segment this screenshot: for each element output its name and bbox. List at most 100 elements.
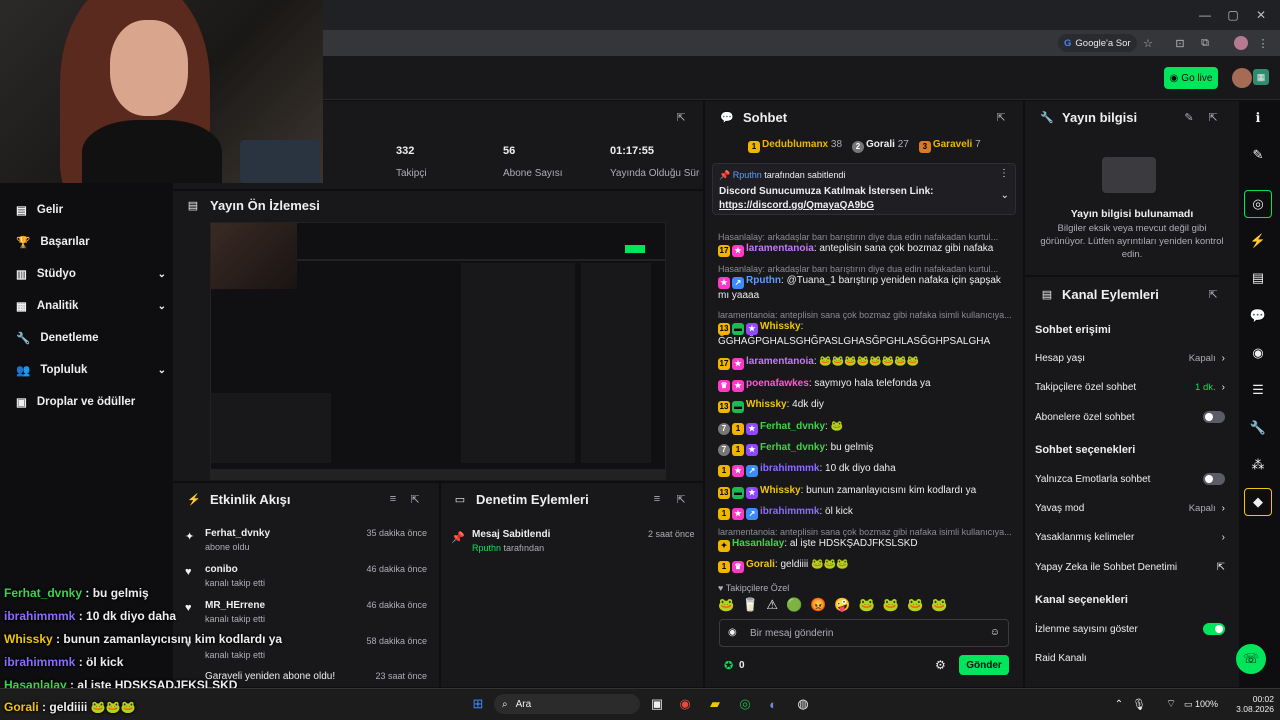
chat-username[interactable]: Ferhat_dvnky bbox=[760, 421, 825, 432]
filter-icon[interactable]: ≡ bbox=[386, 492, 400, 506]
account-age-row[interactable]: Hesap yaşı Kapalı › bbox=[1035, 349, 1225, 367]
chat-username[interactable]: laramentanoia bbox=[746, 356, 814, 367]
gear-icon[interactable]: ⚙ bbox=[935, 658, 946, 672]
puzzle-icon[interactable]: ⧉ bbox=[1197, 34, 1213, 52]
nav-moderation[interactable]: 🔧 Denetleme bbox=[16, 328, 166, 348]
popout-icon[interactable]: ⇱ bbox=[1206, 110, 1220, 124]
bolt-icon[interactable]: ⚡ bbox=[1244, 227, 1272, 255]
support-icon[interactable]: ☏ bbox=[1236, 644, 1266, 674]
emote-icon[interactable]: ⚠ bbox=[766, 597, 778, 615]
battery-status[interactable]: ▭ 100% bbox=[1184, 699, 1218, 710]
broadcast-icon[interactable]: ◉ bbox=[1244, 339, 1272, 367]
emote-icon[interactable]: 🐸 bbox=[931, 597, 947, 615]
apps-icon[interactable]: ▦ bbox=[1253, 69, 1269, 85]
nav-income[interactable]: ▤ Gelir bbox=[16, 200, 166, 220]
extension-icon[interactable]: ⊡ bbox=[1172, 34, 1188, 52]
camera-icon[interactable]: ◎ bbox=[1244, 190, 1272, 218]
windows-start-icon[interactable]: ⊞ bbox=[469, 695, 487, 713]
community-icon[interactable]: ⁂ bbox=[1244, 451, 1272, 479]
chat-input[interactable]: ◉ Bir mesaj gönderin ☺ bbox=[719, 619, 1009, 647]
filter-icon[interactable]: ≡ bbox=[650, 492, 664, 506]
emote-icon[interactable]: 😡 bbox=[810, 597, 826, 615]
chat-username[interactable]: ibrahimmmk bbox=[760, 463, 819, 474]
taskbar-clock[interactable]: 00:02 3.08.2026 bbox=[1232, 694, 1274, 714]
emote-icon[interactable]: 🐸 bbox=[859, 597, 875, 615]
spotify-icon[interactable]: ◎ bbox=[736, 695, 754, 713]
emote-icon[interactable]: 🐸 bbox=[883, 597, 899, 615]
chat-username[interactable]: Ferhat_dvnky bbox=[760, 442, 825, 453]
wifi-icon[interactable]: ⌔ bbox=[1162, 695, 1180, 713]
webcam-overlay bbox=[0, 0, 323, 183]
chat-username[interactable]: Whissky bbox=[760, 321, 801, 332]
list-icon[interactable]: ☰ bbox=[1244, 376, 1272, 404]
popout-icon[interactable]: ⇱ bbox=[674, 110, 688, 124]
chat-username[interactable]: Gorali bbox=[746, 559, 775, 570]
nav-drops[interactable]: ▣ Droplar ve ödüller bbox=[16, 392, 166, 412]
taskbar-search[interactable]: ⌕ Ara bbox=[494, 694, 640, 714]
emote-icon[interactable]: 🐸 bbox=[718, 597, 734, 615]
maximize-button[interactable]: ▢ bbox=[1222, 6, 1244, 24]
task-view-icon[interactable]: ▣ bbox=[648, 695, 666, 713]
chat-username[interactable]: Hasanlalay bbox=[732, 538, 784, 549]
edit-icon[interactable]: ✎ bbox=[1182, 110, 1196, 124]
chevron-up-icon[interactable]: ⌃ bbox=[1110, 695, 1128, 713]
emoji-icon[interactable]: ☺ bbox=[990, 627, 1000, 638]
emote-icon[interactable]: 🐸 bbox=[907, 597, 923, 615]
nav-achievements[interactable]: 🏆 Başarılar bbox=[16, 232, 166, 252]
chat-username[interactable]: Rputhn bbox=[746, 275, 781, 286]
go-live-button[interactable]: ◉ Go live bbox=[1164, 67, 1218, 89]
discord-icon[interactable]: ◐ bbox=[764, 695, 782, 713]
emote-only-toggle[interactable] bbox=[1203, 473, 1225, 485]
emote-bar[interactable]: 🐸 🥛 ⚠ 🟢 😡 🤪 🐸 🐸 🐸 🐸 bbox=[718, 597, 1014, 615]
popout-icon[interactable]: ⇱ bbox=[1206, 287, 1220, 301]
pinned-message[interactable]: 📌 Rputhn tarafından sabitlendi Discord S… bbox=[712, 163, 1016, 215]
followers-chat-row[interactable]: Takipçilere özel sohbet 1 dk. › bbox=[1035, 378, 1225, 396]
chat-username[interactable]: poenafawkes bbox=[746, 378, 809, 389]
nav-analytics[interactable]: ▦ Analitik ⌄ bbox=[16, 296, 166, 316]
popout-icon[interactable]: ⇱ bbox=[408, 492, 422, 506]
document-icon[interactable]: ▤ bbox=[1244, 264, 1272, 292]
raid-row[interactable]: Raid Kanalı bbox=[1035, 649, 1225, 667]
nav-studio[interactable]: ▥ Stüdyo ⌄ bbox=[16, 264, 166, 284]
wrench-icon[interactable]: 🔧 bbox=[1244, 414, 1272, 442]
points-icon[interactable]: ✪ bbox=[724, 659, 733, 672]
star-icon[interactable]: ☆ bbox=[1140, 34, 1156, 52]
folder-icon[interactable]: ▰ bbox=[706, 695, 724, 713]
pencil-icon[interactable]: ✎ bbox=[1244, 141, 1272, 169]
emote-icon[interactable]: 🟢 bbox=[786, 597, 802, 615]
info-icon[interactable]: ℹ bbox=[1244, 104, 1272, 132]
chat-username[interactable]: Whissky bbox=[746, 399, 787, 410]
send-button[interactable]: Gönder bbox=[959, 655, 1009, 675]
show-viewers-toggle[interactable] bbox=[1203, 623, 1225, 635]
chat-username[interactable]: ibrahimmmk bbox=[760, 506, 819, 517]
more-icon[interactable]: ⋮ bbox=[999, 168, 1009, 179]
ai-moderation-row[interactable]: Yapay Zeka ile Sohbet Denetimi ⇱ bbox=[1035, 558, 1225, 576]
subs-chat-toggle[interactable] bbox=[1203, 411, 1225, 423]
slow-mode-row[interactable]: Yavaş mod Kapalı › bbox=[1035, 499, 1225, 517]
minimize-button[interactable]: — bbox=[1194, 6, 1216, 24]
chrome-icon[interactable]: ◉ bbox=[676, 695, 694, 713]
close-button[interactable]: ✕ bbox=[1250, 6, 1272, 24]
chat-username[interactable]: Whissky bbox=[760, 485, 801, 496]
popout-icon[interactable]: ⇱ bbox=[674, 492, 688, 506]
emote-icon[interactable]: 🤪 bbox=[834, 597, 850, 615]
obs-icon[interactable]: ◍ bbox=[794, 695, 812, 713]
profile-avatar[interactable] bbox=[1234, 36, 1248, 50]
chat-message: 1 ★ ↗ ibrahimmmk: 10 dk diyo daha bbox=[718, 462, 1014, 477]
user-avatar[interactable] bbox=[1232, 68, 1252, 88]
menu-icon[interactable]: ⋮ bbox=[1256, 34, 1270, 52]
emote-icon[interactable]: 🥛 bbox=[742, 597, 758, 615]
gem-icon[interactable]: ◆ bbox=[1244, 488, 1272, 516]
popout-icon[interactable]: ⇱ bbox=[994, 110, 1008, 124]
moderation-item-user[interactable]: Rputhn bbox=[472, 543, 501, 553]
pinned-link[interactable]: https://discord.gg/QmayaQA9bG bbox=[719, 200, 874, 211]
stream-preview-video[interactable] bbox=[210, 222, 666, 480]
mic-icon[interactable]: 🎙 bbox=[1130, 695, 1148, 713]
chevron-down-icon[interactable]: ⌄ bbox=[1001, 190, 1009, 201]
google-ask-chip[interactable]: G Google'a Sor bbox=[1058, 34, 1137, 52]
nav-community[interactable]: 👥 Topluluk ⌄ bbox=[16, 360, 166, 380]
chat-icon[interactable]: 💬 bbox=[1244, 302, 1272, 330]
channel-options-heading: Kanal seçenekleri bbox=[1035, 594, 1128, 606]
banned-words-row[interactable]: Yasaklanmış kelimeler › bbox=[1035, 528, 1225, 546]
chat-username[interactable]: laramentanoia bbox=[746, 243, 814, 254]
